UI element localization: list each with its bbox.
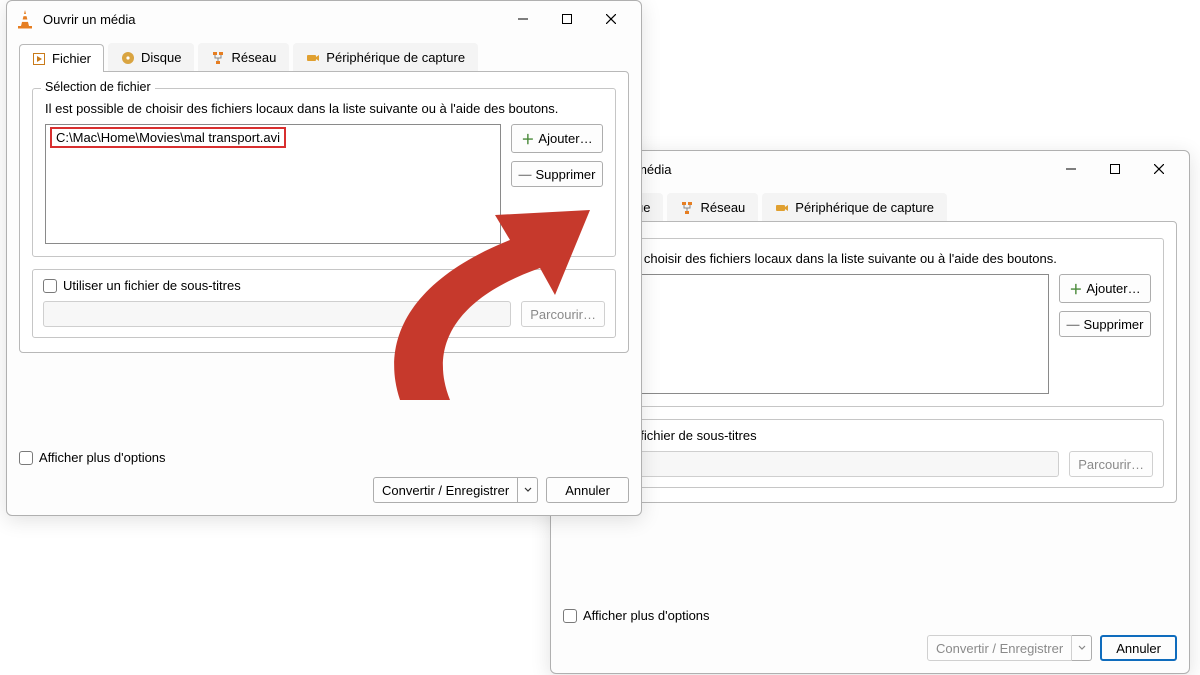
tab-network[interactable]: Réseau: [667, 193, 758, 221]
maximize-button[interactable]: [1093, 154, 1137, 184]
cancel-button[interactable]: Annuler: [546, 477, 629, 503]
file-selection-instruction: Il est possible de choisir des fichiers …: [45, 101, 603, 116]
convert-dropdown-caret[interactable]: [1072, 635, 1092, 661]
browse-button: Parcourir…: [521, 301, 605, 327]
network-icon: [211, 51, 225, 65]
vlc-icon: [15, 9, 35, 29]
tab-label: Disque: [141, 50, 181, 65]
maximize-button[interactable]: [545, 4, 589, 34]
show-more-label: Afficher plus d'options: [39, 450, 166, 465]
subtitle-path-field: [587, 451, 1059, 477]
capture-icon: [306, 51, 320, 65]
open-media-dialog-front: Ouvrir un média Fichier Disque Réseau Pé…: [6, 0, 642, 516]
tab-label: Périphérique de capture: [326, 50, 465, 65]
show-more-label: Afficher plus d'options: [583, 608, 710, 623]
file-selection-fieldset: Sélection de fichier Il est possible de …: [32, 88, 616, 257]
dialog-footer: Convertir / Enregistrer Annuler: [551, 631, 1189, 673]
titlebar: Ouvrir un média: [7, 1, 641, 37]
convert-dropdown-caret[interactable]: [518, 477, 538, 503]
window-title: Ouvrir un média: [579, 162, 1049, 177]
tab-label: Réseau: [231, 50, 276, 65]
disc-icon: [121, 51, 135, 65]
add-button[interactable]: ＋Ajouter…: [1059, 274, 1151, 303]
show-more-checkbox[interactable]: [563, 609, 577, 623]
subtitle-path-field: [43, 301, 511, 327]
tab-body: Sélection de fichier ssible de choisir d…: [563, 221, 1177, 503]
network-icon: [680, 201, 694, 215]
remove-button[interactable]: —Supprimer: [511, 161, 603, 187]
remove-button[interactable]: —Supprimer: [1059, 311, 1151, 337]
window-title: Ouvrir un média: [43, 12, 501, 27]
tab-capture[interactable]: Périphérique de capture: [762, 193, 947, 221]
show-more-checkbox[interactable]: [19, 451, 33, 465]
file-list[interactable]: [589, 274, 1049, 394]
subtitle-checkbox-label: Utiliser un fichier de sous-titres: [63, 278, 241, 293]
fieldset-legend: Sélection de fichier: [41, 80, 155, 94]
tab-label: Réseau: [700, 200, 745, 215]
tab-body: Sélection de fichier Il est possible de …: [19, 71, 629, 353]
open-media-dialog-back: Ouvrir un média Disque Réseau Périphériq…: [550, 150, 1190, 674]
file-selection-fieldset: Sélection de fichier ssible de choisir d…: [576, 238, 1164, 407]
minus-icon: —: [1067, 317, 1080, 332]
subtitle-block: er un fichier de sous-titres Parcourir…: [576, 419, 1164, 488]
close-button[interactable]: [589, 4, 633, 34]
tab-label: Périphérique de capture: [795, 200, 934, 215]
minimize-button[interactable]: [1049, 154, 1093, 184]
browse-button: Parcourir…: [1069, 451, 1153, 477]
tabs: Disque Réseau Périphérique de capture: [551, 187, 1189, 221]
plus-icon: ＋: [521, 129, 534, 148]
minus-icon: —: [519, 167, 532, 182]
tab-disc[interactable]: Disque: [108, 43, 194, 71]
tab-label: Fichier: [52, 51, 91, 66]
close-button[interactable]: [1137, 154, 1181, 184]
cancel-button[interactable]: Annuler: [1100, 635, 1177, 661]
tab-capture[interactable]: Périphérique de capture: [293, 43, 478, 71]
convert-save-button[interactable]: Convertir / Enregistrer: [373, 477, 518, 503]
file-play-icon: [32, 52, 46, 66]
file-list[interactable]: C:\Mac\Home\Movies\mal transport.avi: [45, 124, 501, 244]
titlebar: Ouvrir un média: [551, 151, 1189, 187]
convert-save-button[interactable]: Convertir / Enregistrer: [927, 635, 1072, 661]
tabs: Fichier Disque Réseau Périphérique de ca…: [7, 37, 641, 71]
minimize-button[interactable]: [501, 4, 545, 34]
plus-icon: ＋: [1069, 279, 1082, 298]
subtitle-block: Utiliser un fichier de sous-titres Parco…: [32, 269, 616, 338]
selected-file-path[interactable]: C:\Mac\Home\Movies\mal transport.avi: [50, 127, 286, 148]
file-selection-instruction: ssible de choisir des fichiers locaux da…: [589, 251, 1151, 266]
add-button[interactable]: ＋Ajouter…: [511, 124, 603, 153]
capture-icon: [775, 201, 789, 215]
dialog-footer: Convertir / Enregistrer Annuler: [7, 473, 641, 515]
tab-network[interactable]: Réseau: [198, 43, 289, 71]
tab-file[interactable]: Fichier: [19, 44, 104, 72]
subtitle-checkbox[interactable]: [43, 279, 57, 293]
